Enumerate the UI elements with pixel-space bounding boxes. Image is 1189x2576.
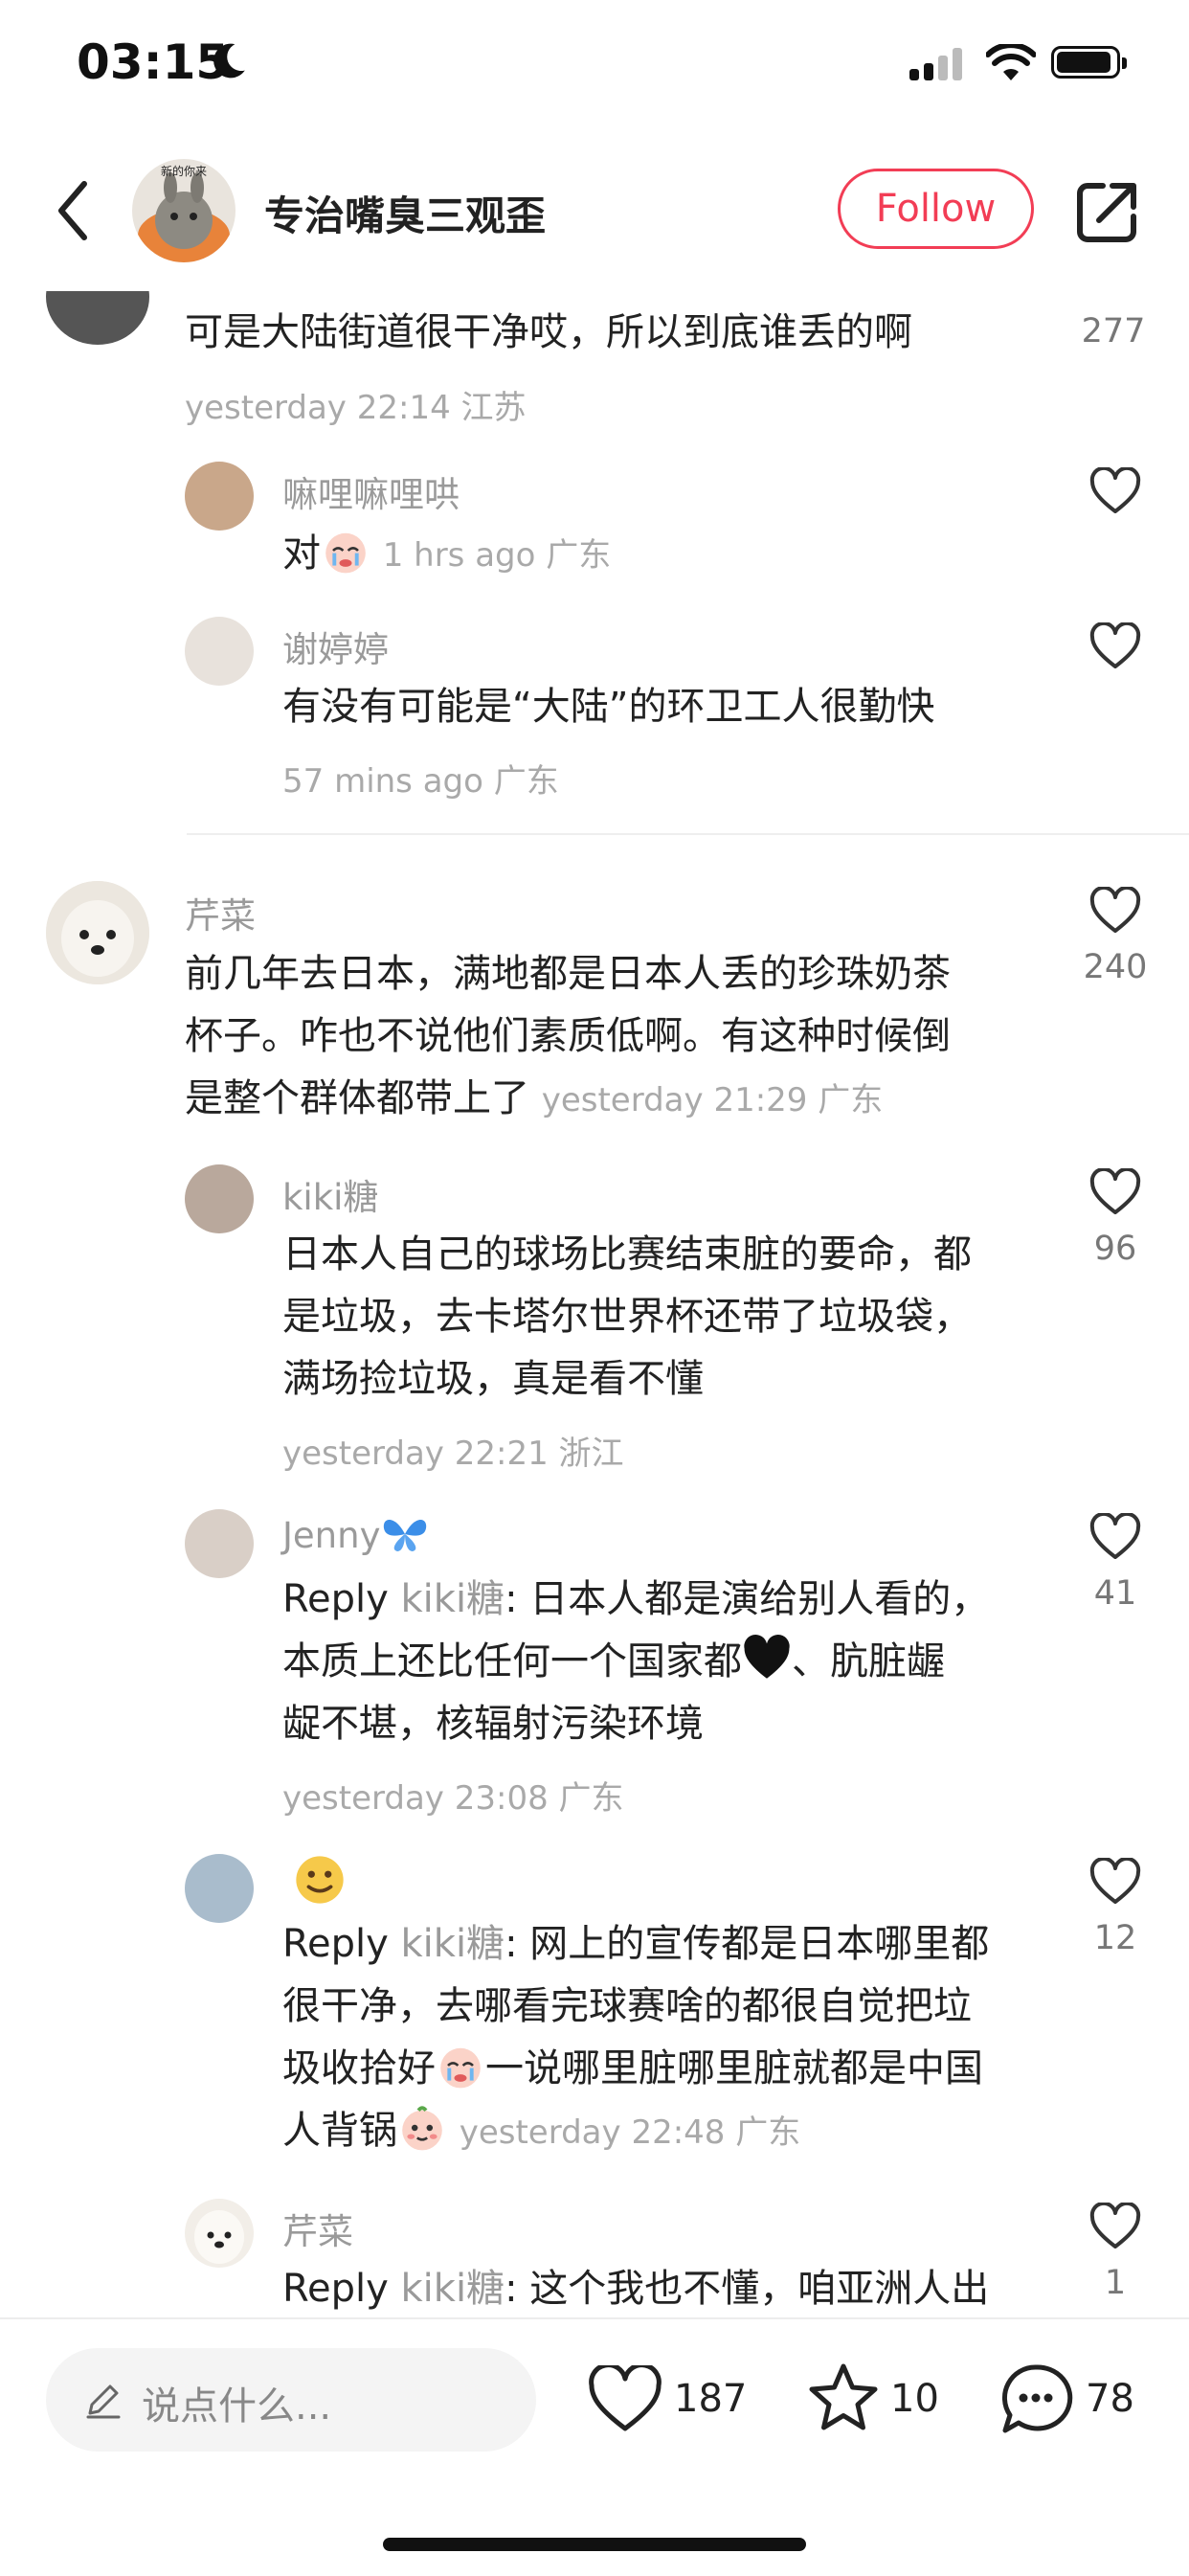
- reply-target[interactable]: kiki糖: [401, 1577, 505, 1621]
- replier-avatar[interactable]: [185, 1854, 254, 1923]
- battery-icon: [1051, 46, 1127, 79]
- status-time: 03:15: [77, 34, 230, 90]
- reply-text-body-cont: 一说哪里脏哪里脏就都是中国: [485, 2046, 983, 2090]
- blushing-face-emoji-icon: [402, 2106, 442, 2151]
- reply-username-text: Jenny: [282, 1515, 381, 1556]
- follow-button[interactable]: Follow: [838, 169, 1034, 249]
- commenter-avatar[interactable]: [46, 291, 149, 345]
- reply-text-line-2: 很干净，去哪看完球赛啥的都很自觉把垃: [282, 1984, 972, 2028]
- comment-bubble-icon[interactable]: [998, 2361, 1074, 2438]
- reply-text-body: : 这个我也不懂，咱亚洲人出: [505, 2267, 990, 2311]
- slight-smile-emoji-icon: [296, 1856, 344, 1904]
- reply-text-body: 圾收拾好: [282, 2046, 436, 2090]
- commenter-avatar[interactable]: [46, 881, 149, 984]
- page-title: 专治嘴臭三观歪: [264, 192, 547, 239]
- reply-text-body: : 日本人都是演给别人看的，: [505, 1577, 990, 1621]
- like-heart-icon[interactable]: [1089, 1513, 1141, 1561]
- crying-face-emoji-icon: [440, 2047, 481, 2089]
- like-count: 277: [1081, 312, 1146, 350]
- comment-username[interactable]: 芹菜: [185, 887, 256, 938]
- crying-face-emoji-icon: [325, 532, 366, 574]
- replier-avatar[interactable]: [185, 1509, 254, 1578]
- author-avatar[interactable]: 新的你来: [132, 159, 236, 262]
- reply-username[interactable]: kiki糖: [282, 1168, 378, 1220]
- reply-label: Reply: [282, 1922, 389, 1966]
- share-icon[interactable]: [1070, 172, 1147, 249]
- reply-username[interactable]: 芹菜: [282, 2203, 353, 2254]
- pencil-icon: [86, 2384, 121, 2419]
- reply-username[interactable]: 谢婷婷: [282, 621, 389, 672]
- reply-text-line-1: 日本人自己的球场比赛结束脏的要命，都: [282, 1232, 972, 1277]
- reply-meta: yesterday 22:21 浙江: [282, 1435, 624, 1473]
- stars-count: 10: [890, 2377, 939, 2421]
- reply-label: Reply: [282, 1577, 389, 1621]
- back-button[interactable]: [48, 172, 96, 249]
- like-count: 240: [1083, 948, 1148, 986]
- comment-text: 可是大陆街道很干净哎，所以到底谁丢的啊: [185, 310, 912, 354]
- star-icon[interactable]: [806, 2361, 881, 2434]
- divider: [187, 833, 1189, 835]
- comments-count: 78: [1086, 2377, 1134, 2421]
- reply-meta: 57 mins ago 广东: [282, 762, 559, 801]
- comment-text-body: 是整个群体都带上了: [185, 1076, 529, 1120]
- like-heart-icon[interactable]: [1089, 1168, 1141, 1216]
- reply-text: 有没有可能是“大陆”的环卫工人很勤快: [282, 685, 935, 729]
- reply-text: 对 1 hrs ago 广东: [282, 523, 611, 587]
- replier-avatar[interactable]: [185, 462, 254, 531]
- avatar-caption: 新的你来: [160, 165, 207, 178]
- home-indicator[interactable]: [383, 2538, 806, 2551]
- like-heart-icon[interactable]: [1089, 1858, 1141, 1906]
- comment-meta: yesterday 21:29 广东: [541, 1081, 884, 1119]
- cellular-signal-icon: [909, 48, 963, 80]
- reply-label: Reply: [282, 2267, 389, 2311]
- reply-text-line-3: 圾收拾好 一说哪里脏哪里脏就都是中国: [282, 2038, 983, 2100]
- like-heart-icon[interactable]: [1089, 622, 1141, 670]
- reply-target[interactable]: kiki糖: [401, 2267, 505, 2311]
- reply-text-line-2: 本质上还比任何一个国家都 、肮脏龌: [282, 1631, 945, 1693]
- reply-username[interactable]: Jenny: [282, 1513, 430, 1556]
- comment-meta: yesterday 22:14 江苏: [185, 389, 527, 427]
- reply-meta: yesterday 22:48 广东: [459, 2113, 801, 2152]
- like-heart-icon[interactable]: [1089, 887, 1141, 935]
- comment-text-line-2: 杯子。咋也不说他们素质低啊。有这种时候倒: [185, 1014, 951, 1058]
- like-heart-icon[interactable]: [1089, 2203, 1141, 2250]
- reply-text-line-2: 是垃圾，去卡塔尔世界杯还带了垃圾袋，: [282, 1295, 972, 1339]
- reply-text-line-3: 龊不堪，核辐射污染环境: [282, 1702, 704, 1746]
- reply-text-body: 对: [282, 531, 321, 576]
- reply-text-body: : 网上的宣传都是日本哪里都: [505, 1922, 990, 1966]
- like-count: 41: [1093, 1574, 1137, 1613]
- replier-avatar[interactable]: [185, 617, 254, 686]
- reply-meta: 1 hrs ago 广东: [382, 536, 612, 575]
- like-count: 12: [1093, 1919, 1137, 1957]
- comment-text-line-1: 前几年去日本，满地都是日本人丢的珍珠奶茶: [185, 952, 951, 996]
- butterfly-emoji-icon: [384, 1519, 427, 1551]
- reply-target[interactable]: kiki糖: [401, 1922, 505, 1966]
- reply-text-line-1: Reply kiki糖: 这个我也不懂，咱亚洲人出: [282, 2258, 989, 2320]
- reply-text-line-1: Reply kiki糖: 网上的宣传都是日本哪里都: [282, 1913, 989, 1976]
- reply-text-line-3: 满场捡垃圾，真是看不懂: [282, 1357, 704, 1401]
- reply-text-line-4: 人背锅 yesterday 22:48 广东: [282, 2100, 800, 2164]
- black-heart-emoji-icon: [744, 1635, 790, 1679]
- reply-text-body: 本质上还比任何一个国家都: [282, 1639, 742, 1683]
- replier-avatar[interactable]: [185, 1164, 254, 1233]
- reply-username[interactable]: [292, 1852, 348, 1916]
- likes-count: 187: [674, 2377, 748, 2421]
- reply-text-body: 人背锅: [282, 2109, 397, 2153]
- reply-text-line-1: Reply kiki糖: 日本人都是演给别人看的，: [282, 1569, 989, 1631]
- like-heart-icon[interactable]: [1089, 467, 1141, 515]
- moon-icon: [213, 43, 245, 79]
- comment-text-line-3: 是整个群体都带上了 yesterday 21:29 广东: [185, 1068, 883, 1132]
- reply-text-body-cont: 、肮脏龌: [792, 1639, 945, 1683]
- reply-meta: yesterday 23:08 广东: [282, 1779, 624, 1818]
- reply-username[interactable]: 嘛哩嘛哩哄: [282, 465, 460, 517]
- comment-input-placeholder[interactable]: 说点什么...: [142, 2375, 331, 2430]
- replier-avatar[interactable]: [185, 2199, 254, 2268]
- like-heart-icon[interactable]: [588, 2365, 662, 2434]
- like-count: 96: [1093, 1230, 1137, 1268]
- like-count: 1: [1104, 2264, 1127, 2302]
- wifi-icon: [986, 44, 1036, 80]
